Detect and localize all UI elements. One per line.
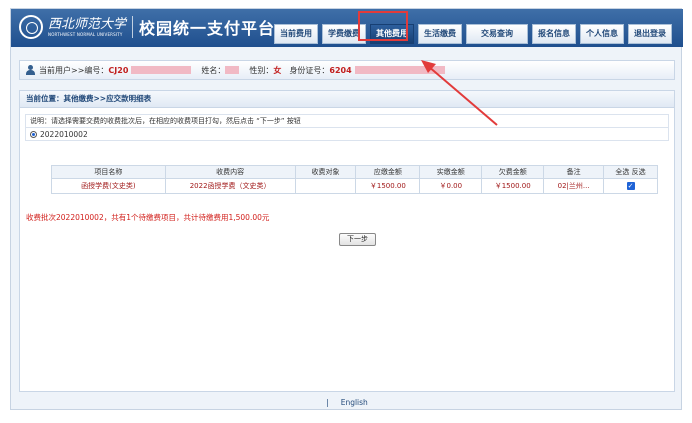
col-fee-content: 收费内容 bbox=[164, 165, 296, 179]
fee-table: 项目名称 收费内容 收费对象 应缴金额 实缴金额 欠费金额 备注 全选 反选 函… bbox=[51, 165, 658, 194]
batch-number: 2022010002 bbox=[40, 129, 88, 139]
breadcrumb: 当前位置：其他缴费>>应交款明细表 bbox=[20, 91, 674, 108]
app-frame: 西北师范大学 NORTHWEST NORMAL UNIVERSITY 校园统一支… bbox=[10, 8, 683, 411]
next-step-button[interactable]: 下一步 bbox=[339, 233, 376, 246]
main-nav: 当前费用 学费缴费 其他费用 生活缴费 交易查询 报名信息 个人信息 退出登录 bbox=[274, 24, 676, 44]
footer-separator: | bbox=[326, 397, 329, 407]
batch-option[interactable]: 2022010002 bbox=[25, 127, 669, 141]
header: 西北师范大学 NORTHWEST NORMAL UNIVERSITY 校园统一支… bbox=[11, 9, 683, 47]
nav-logout[interactable]: 退出登录 bbox=[628, 24, 672, 44]
cell-amount-owed: ￥1500.00 bbox=[481, 178, 545, 194]
cell-item-name: 函授学费(文史类) bbox=[51, 178, 166, 194]
university-logo: 西北师范大学 NORTHWEST NORMAL UNIVERSITY 校园统一支… bbox=[19, 15, 275, 39]
col-remarks: 备注 bbox=[543, 165, 605, 179]
cell-fee-content: 2022函授学费（文史类） bbox=[164, 178, 296, 194]
cell-amount-paid: ￥0.00 bbox=[419, 178, 483, 194]
content-panel: 当前位置：其他缴费>>应交款明细表 说明：请选择需要交费的收费批次后，在相应的收… bbox=[19, 90, 675, 392]
nav-registration[interactable]: 报名信息 bbox=[532, 24, 576, 44]
nav-personal-info[interactable]: 个人信息 bbox=[580, 24, 624, 44]
col-amount-due: 应缴金额 bbox=[355, 165, 421, 179]
instruction-note: 说明：请选择需要交费的收费批次后，在相应的收费项目打勾，然后点击 “下一步” 按… bbox=[25, 114, 669, 128]
col-amount-paid: 实缴金额 bbox=[419, 165, 483, 179]
university-name-cn: 西北师范大学 bbox=[48, 16, 127, 32]
platform-title: 校园统一支付平台 bbox=[139, 19, 276, 38]
col-item-name: 项目名称 bbox=[51, 165, 166, 179]
name-label: 姓名： bbox=[201, 65, 226, 75]
university-name-en: NORTHWEST NORMAL UNIVERSITY bbox=[48, 31, 123, 37]
user-info-bar: 当前用户>>编号： CJ20 姓名： 性别： 女 身份证号： 6204 bbox=[19, 60, 675, 80]
footer: | English bbox=[11, 393, 683, 411]
batch-radio[interactable] bbox=[30, 130, 37, 138]
payment-summary: 收费批次2022010002，共有1个待缴费项目，共计待缴费用1,500.00元 bbox=[26, 213, 270, 222]
nav-living-fees[interactable]: 生活缴费 bbox=[418, 24, 462, 44]
col-select-all[interactable]: 全选 反选 bbox=[603, 165, 658, 179]
nav-highlight-box bbox=[358, 11, 408, 41]
user-id: CJ20 bbox=[108, 65, 129, 75]
id-number: 6204 bbox=[329, 65, 352, 75]
col-fee-target: 收费对象 bbox=[294, 165, 357, 179]
cell-amount-due: ￥1500.00 bbox=[355, 178, 421, 194]
cell-select: ✓ bbox=[603, 178, 658, 194]
university-name: 西北师范大学 NORTHWEST NORMAL UNIVERSITY bbox=[48, 17, 126, 38]
nav-transactions[interactable]: 交易查询 bbox=[466, 24, 528, 44]
redacted-name bbox=[225, 66, 240, 74]
row-checkbox-checked-icon[interactable]: ✓ bbox=[626, 182, 635, 190]
cell-fee-target bbox=[294, 178, 357, 194]
current-user-label: 当前用户>>编号： bbox=[39, 65, 109, 75]
gender-value: 女 bbox=[273, 65, 282, 75]
table-header-row: 项目名称 收费内容 收费对象 应缴金额 实缴金额 欠费金额 备注 全选 反选 bbox=[51, 165, 658, 179]
logo-divider bbox=[132, 16, 134, 38]
user-icon bbox=[26, 65, 35, 75]
cell-remarks: 02|兰州... bbox=[543, 178, 605, 194]
language-link-english[interactable]: English bbox=[341, 398, 368, 407]
redacted-id-number bbox=[354, 66, 445, 74]
col-amount-owed: 欠费金额 bbox=[481, 165, 545, 179]
university-seal-icon bbox=[19, 15, 43, 39]
table-row: 函授学费(文史类) 2022函授学费（文史类） ￥1500.00 ￥0.00 ￥… bbox=[51, 178, 658, 194]
redacted-id bbox=[131, 66, 192, 74]
nav-current-fees[interactable]: 当前费用 bbox=[274, 24, 318, 44]
gender-label: 性别： bbox=[249, 65, 274, 75]
id-number-label: 身份证号： bbox=[289, 65, 330, 75]
